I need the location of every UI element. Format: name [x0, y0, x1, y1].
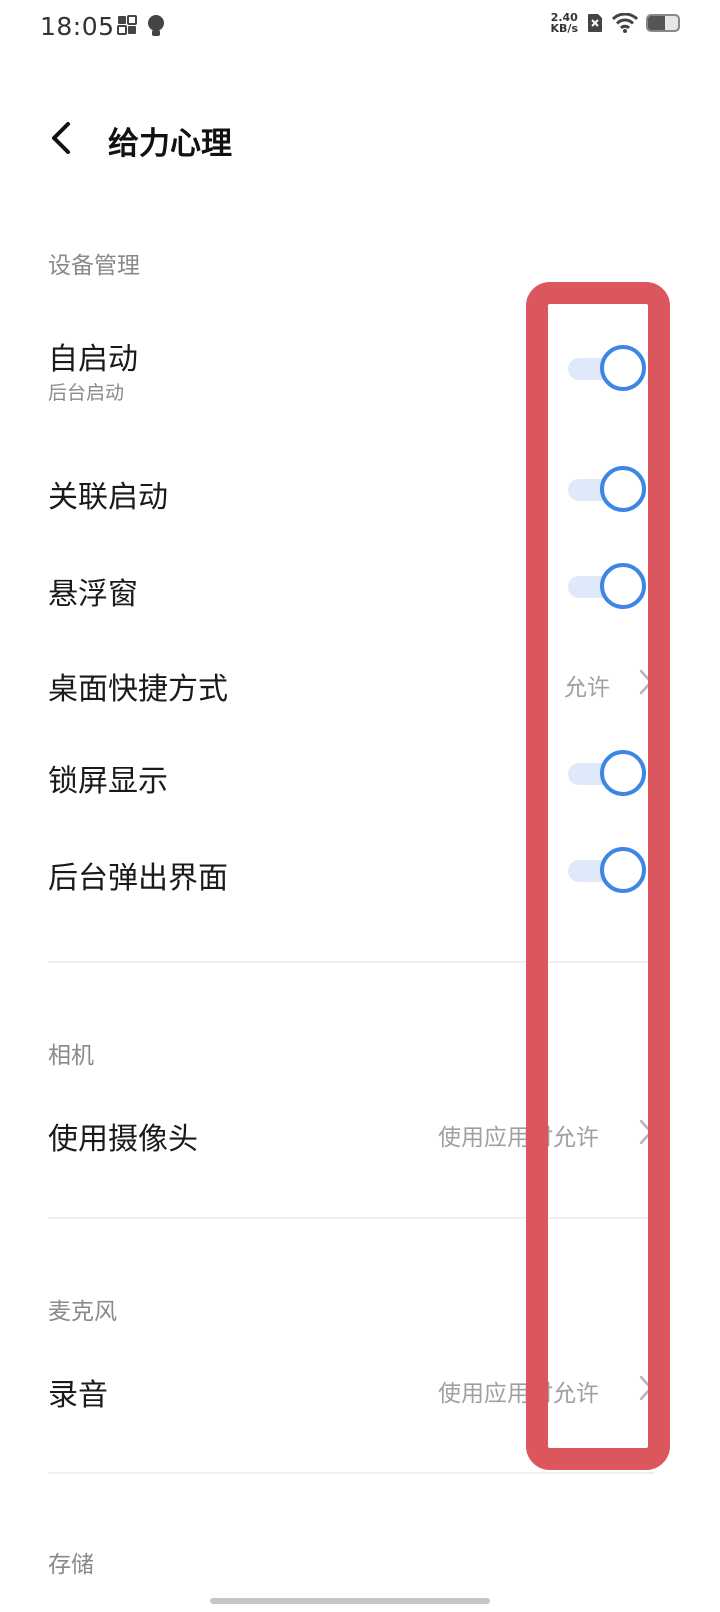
row-title: 使用摄像头: [48, 1122, 198, 1157]
row-title: 录音: [48, 1378, 108, 1413]
divider: [48, 1472, 654, 1474]
sim-no-signal-icon: [588, 14, 602, 32]
status-bar: 18:05 2.40 KB/s: [0, 0, 720, 56]
wifi-icon: [612, 13, 638, 33]
row-title: 后台弹出界面: [48, 861, 228, 896]
battery-icon: [646, 14, 680, 32]
row-title: 悬浮窗: [48, 577, 138, 612]
home-indicator[interactable]: [210, 1598, 490, 1604]
section-label-device: 设备管理: [48, 253, 140, 279]
chevron-left-icon[interactable]: [44, 118, 84, 158]
section-label-camera: 相机: [48, 1043, 94, 1069]
row-title: 自启动: [48, 342, 138, 377]
page-title: 给力心理: [108, 126, 232, 162]
highlight-box: [526, 282, 670, 1470]
status-right-icons: 2.40 KB/s: [551, 12, 680, 34]
row-subtitle: 后台启动: [48, 382, 125, 404]
row-title: 锁屏显示: [48, 764, 168, 799]
status-left-icons: [116, 14, 166, 38]
bulb-icon: [148, 15, 164, 36]
row-title: 关联启动: [48, 480, 168, 515]
net-speed: 2.40 KB/s: [550, 11, 578, 35]
section-label-storage: 存储: [48, 1552, 94, 1578]
status-time: 18:05: [40, 12, 115, 41]
header: 给力心理: [0, 100, 720, 180]
screen-record-icon: [117, 15, 137, 35]
row-title: 桌面快捷方式: [48, 672, 228, 707]
section-label-microphone: 麦克风: [48, 1299, 117, 1325]
